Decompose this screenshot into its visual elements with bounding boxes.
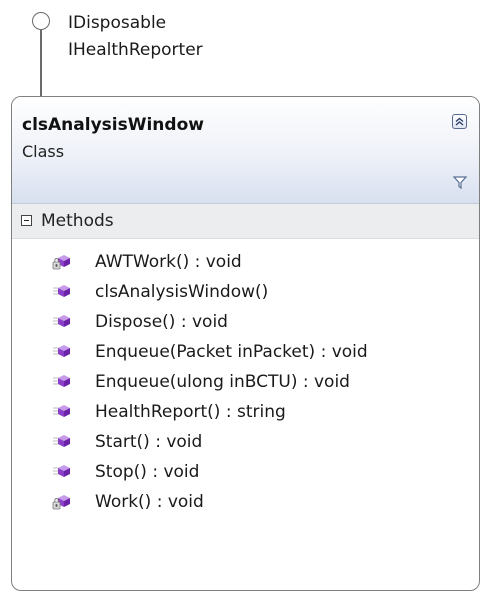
method-label: AWTWork() : void (95, 252, 242, 272)
public-method-icon (53, 285, 70, 297)
interface-label: IHealthReporter (68, 40, 203, 60)
method-item[interactable]: AWTWork() : void (12, 248, 479, 278)
public-method-icon (53, 345, 70, 357)
public-method-icon (53, 405, 70, 417)
class-name: clsAnalysisWindow (22, 115, 204, 135)
method-list: AWTWork() : void clsAnalysisWindow() Dis… (12, 239, 479, 518)
private-method-icon (52, 495, 70, 510)
collapse-section-icon[interactable] (21, 215, 32, 226)
interface-connector-line (40, 30, 42, 97)
method-item[interactable]: Stop() : void (12, 458, 479, 488)
implemented-interfaces: IDisposable IHealthReporter (68, 10, 203, 64)
interface-lollipop-icon (32, 12, 50, 30)
public-method-icon (53, 435, 70, 447)
filter-icon[interactable] (453, 175, 467, 189)
method-label: HealthReport() : string (95, 402, 286, 422)
method-label: Stop() : void (95, 462, 200, 482)
public-method-icon (53, 465, 70, 477)
methods-section-title: Methods (41, 211, 114, 231)
method-item[interactable]: Enqueue(ulong inBCTU) : void (12, 368, 479, 398)
method-label: clsAnalysisWindow() (95, 282, 269, 302)
public-method-icon (53, 315, 70, 327)
method-item[interactable]: Work() : void (12, 488, 479, 518)
class-kind: Class (22, 142, 65, 161)
method-item[interactable]: HealthReport() : string (12, 398, 479, 428)
class-shape[interactable]: clsAnalysisWindow Class Methods AWTWork(… (11, 96, 480, 591)
public-method-icon (53, 375, 70, 387)
method-item[interactable]: clsAnalysisWindow() (12, 278, 479, 308)
method-label: Work() : void (95, 492, 204, 512)
method-label: Enqueue(ulong inBCTU) : void (95, 372, 350, 392)
method-item[interactable]: Enqueue(Packet inPacket) : void (12, 338, 479, 368)
method-item[interactable]: Start() : void (12, 428, 479, 458)
class-header: clsAnalysisWindow Class (12, 97, 479, 204)
method-item[interactable]: Dispose() : void (12, 308, 479, 338)
method-label: Start() : void (95, 432, 203, 452)
methods-section-header[interactable]: Methods (12, 204, 479, 239)
double-chevron-up-icon[interactable] (452, 114, 467, 129)
interface-label: IDisposable (68, 13, 167, 33)
private-method-icon (52, 255, 70, 270)
method-label: Enqueue(Packet inPacket) : void (95, 342, 368, 362)
method-label: Dispose() : void (95, 312, 228, 332)
